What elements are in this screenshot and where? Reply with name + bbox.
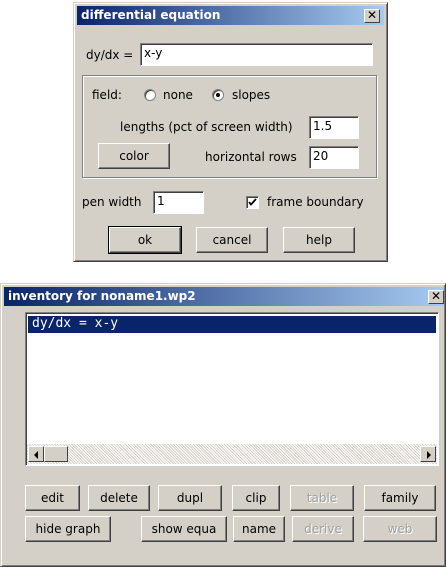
pen-width-label: pen width (82, 195, 142, 209)
equation-input[interactable]: x-y (140, 43, 373, 66)
horizontal-rows-label: horizontal rows (205, 150, 297, 164)
equation-label: dy/dx = (86, 48, 134, 62)
inventory-table-button[interactable]: table (290, 485, 354, 511)
frame-boundary-label[interactable]: frame boundary (267, 195, 364, 209)
inventory-list[interactable]: dy/dx = x-y (25, 312, 439, 466)
field-label: field: (92, 88, 122, 102)
inventory-window: inventory for noname1.wp2 ✕ dy/dx = x-y … (0, 283, 446, 567)
pen-width-input[interactable]: 1 (153, 191, 204, 214)
dialog-close-button[interactable]: ✕ (364, 9, 380, 23)
scroll-left-button[interactable] (28, 446, 44, 462)
inventory-web-button[interactable]: web (363, 516, 437, 542)
dialog-title-bar[interactable]: differential equation (77, 6, 384, 25)
frame-boundary-checkbox[interactable] (246, 196, 259, 209)
close-icon: ✕ (366, 8, 378, 22)
inventory-delete-button[interactable]: delete (88, 485, 150, 511)
inventory-close-button[interactable]: ✕ (428, 290, 444, 304)
inventory-buttons-row-2: hide graph show equa name derive web (1, 516, 446, 542)
list-item[interactable]: dy/dx = x-y (28, 316, 436, 333)
dialog-title: differential equation (81, 8, 221, 22)
inventory-title-bar[interactable]: inventory for noname1.wp2 (4, 287, 444, 306)
radio-none-label[interactable]: none (163, 88, 193, 102)
cancel-button[interactable]: cancel (196, 227, 268, 253)
color-button[interactable]: color (98, 143, 170, 169)
inventory-clip-button[interactable]: clip (232, 485, 280, 511)
radio-slopes-label[interactable]: slopes (232, 88, 270, 102)
inventory-buttons-row-1: edit delete dupl clip table family (1, 485, 446, 511)
radio-none[interactable] (144, 89, 156, 101)
arrow-right-icon (427, 451, 431, 459)
inventory-hide-graph-button[interactable]: hide graph (25, 516, 111, 542)
radio-selected-dot (216, 93, 220, 97)
differential-equation-dialog: differential equation ✕ dy/dx = x-y fiel… (73, 2, 388, 262)
lengths-input[interactable]: 1.5 (309, 116, 359, 139)
inventory-edit-button[interactable]: edit (25, 485, 80, 511)
inventory-derive-button[interactable]: derive (292, 516, 354, 542)
inventory-title: inventory for noname1.wp2 (8, 289, 196, 303)
arrow-left-icon (34, 451, 38, 459)
horizontal-rows-input[interactable]: 20 (309, 146, 359, 169)
close-icon: ✕ (430, 289, 442, 303)
lengths-label: lengths (pct of screen width) (120, 120, 293, 134)
radio-slopes[interactable] (212, 89, 224, 101)
scroll-right-button[interactable] (420, 446, 436, 462)
scroll-thumb[interactable] (44, 446, 68, 462)
inventory-dupl-button[interactable]: dupl (158, 485, 222, 511)
ok-button[interactable]: ok (108, 226, 182, 254)
checkmark-icon (248, 198, 257, 206)
horizontal-scrollbar[interactable] (27, 444, 437, 464)
inventory-family-button[interactable]: family (364, 485, 436, 511)
inventory-name-button[interactable]: name (233, 516, 285, 542)
help-button[interactable]: help (283, 227, 355, 253)
inventory-show-equa-button[interactable]: show equa (141, 516, 227, 542)
